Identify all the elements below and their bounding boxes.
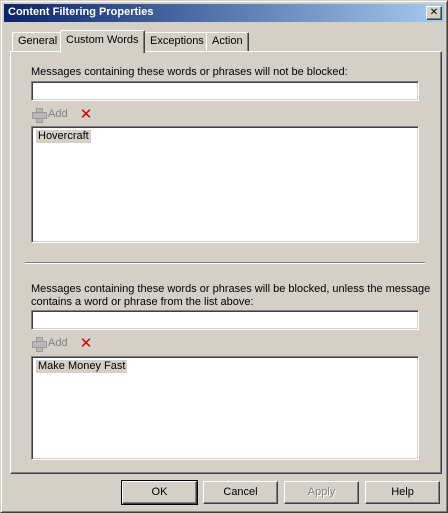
add-icon [31,107,47,123]
tab-action[interactable]: Action [206,32,249,51]
ok-button[interactable]: OK [121,480,198,505]
section-divider [25,262,425,264]
tab-custom-words-label: Custom Words [66,34,139,46]
allow-add-button[interactable]: Add [31,106,68,123]
dialog-window: Content Filtering Properties ✕ General C… [0,0,448,513]
tab-exceptions-label: Exceptions [150,35,204,47]
tab-panel-custom-words: Messages containing these words or phras… [10,51,442,474]
tab-general-label: General [18,35,58,47]
title-bar[interactable]: Content Filtering Properties ✕ [4,4,444,22]
block-add-label: Add [48,337,68,349]
help-button-label: Help [391,486,414,498]
allow-add-label: Add [48,108,68,120]
block-add-button[interactable]: Add [31,335,68,352]
tab-custom-words[interactable]: Custom Words [60,30,145,53]
allow-delete-button[interactable]: ✕ [78,106,94,122]
list-item[interactable]: Make Money Fast [36,360,128,373]
tab-exceptions[interactable]: Exceptions [144,32,210,51]
list-item[interactable]: Hovercraft [36,130,91,143]
cancel-button-label: Cancel [223,486,258,498]
apply-button-label: Apply [307,486,336,498]
help-button[interactable]: Help [365,481,440,504]
delete-icon: ✕ [79,334,93,352]
cancel-button[interactable]: Cancel [203,481,278,504]
tab-action-label: Action [212,35,243,47]
allow-words-list[interactable]: Hovercraft [31,126,419,243]
block-words-list[interactable]: Make Money Fast [31,356,419,460]
close-icon: ✕ [429,7,439,18]
allow-words-label: Messages containing these words or phras… [31,66,348,78]
block-delete-button[interactable]: ✕ [78,335,94,351]
ok-button-label: OK [151,486,168,498]
block-words-label-line2: contains a word or phrase from the list … [31,296,254,308]
add-icon [31,336,47,352]
apply-button[interactable]: Apply [284,481,359,504]
close-button[interactable]: ✕ [426,6,442,20]
delete-icon: ✕ [79,105,93,123]
block-words-label-line1: Messages containing these words or phras… [31,283,431,295]
tab-general[interactable]: General [12,32,64,51]
allow-word-input[interactable] [31,81,419,101]
window-title: Content Filtering Properties [8,6,154,18]
block-word-input[interactable] [31,310,419,330]
